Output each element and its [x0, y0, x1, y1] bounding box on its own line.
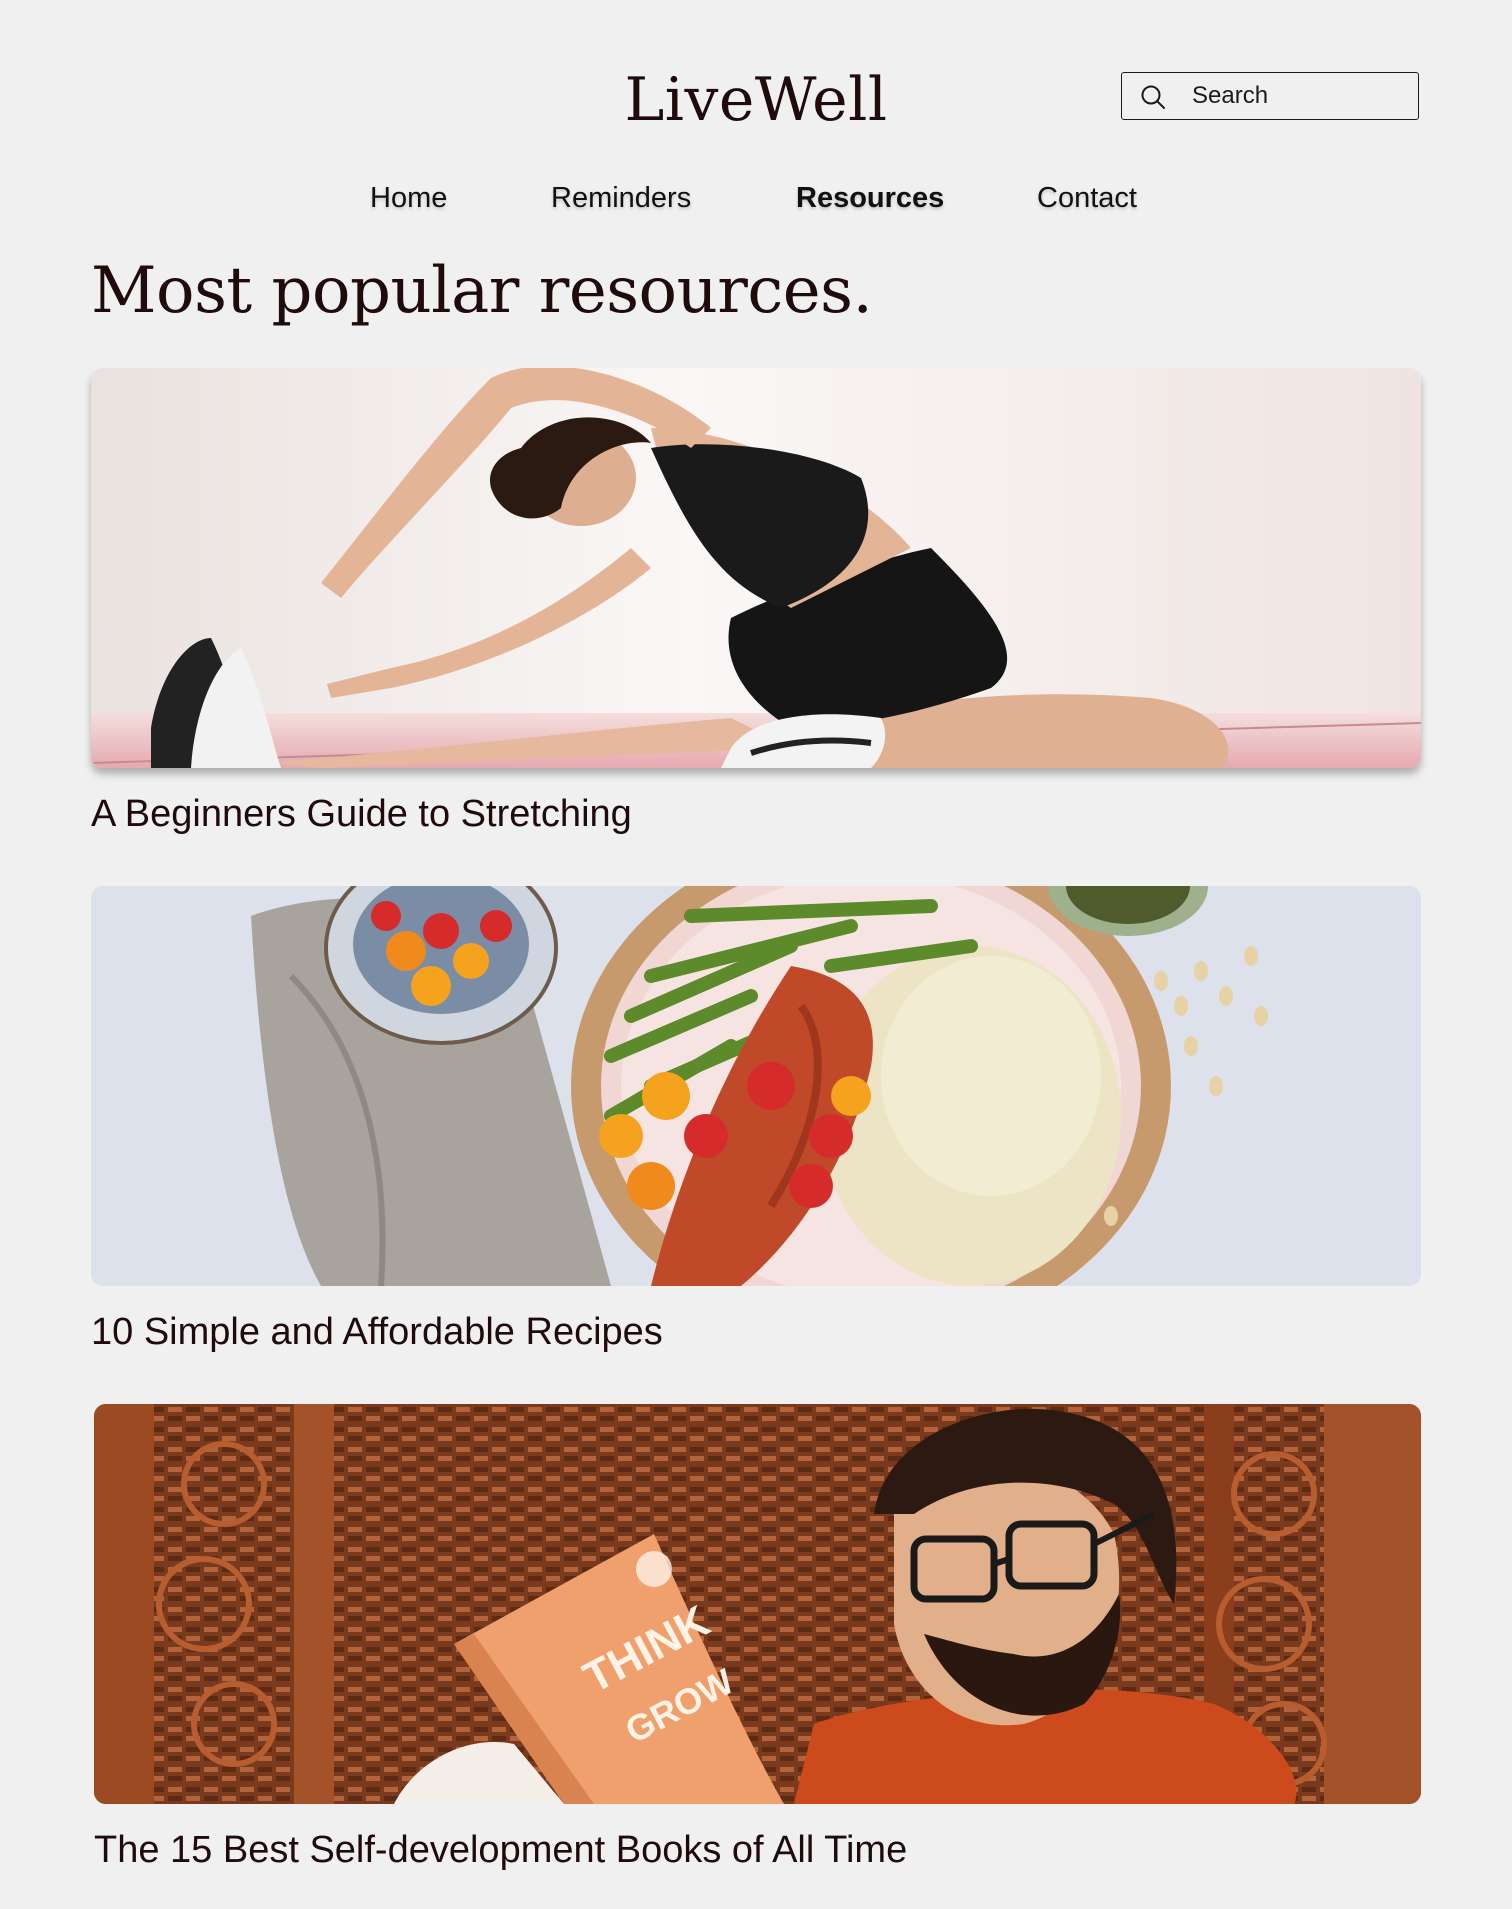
nav-item-home[interactable]: Home — [370, 178, 447, 218]
books-image: THINK GROW — [94, 1404, 1421, 1804]
salmon-rice-plate-photo[interactable] — [91, 886, 1421, 1286]
man-reading-book-photo[interactable]: THINK GROW — [94, 1404, 1421, 1804]
page-title: Most popular resources. — [91, 254, 873, 328]
nav-item-reminders[interactable]: Reminders — [551, 178, 691, 218]
woman-stretching-photo[interactable] — [91, 368, 1421, 768]
resource-card[interactable]: A Beginners Guide to Stretching — [91, 368, 1421, 838]
site-header: LiveWell — [0, 0, 1512, 140]
resource-card[interactable]: THINK GROW The 15 Best Self-development … — [94, 1404, 1421, 1874]
search-icon[interactable] — [1140, 84, 1166, 110]
nav-item-contact[interactable]: Contact — [1037, 178, 1137, 218]
resource-title[interactable]: A Beginners Guide to Stretching — [91, 790, 1421, 838]
main-nav: Home Reminders Resources Contact — [0, 178, 1512, 222]
resource-title[interactable]: 10 Simple and Affordable Recipes — [91, 1308, 1421, 1356]
resource-title[interactable]: The 15 Best Self-development Books of Al… — [94, 1826, 1421, 1874]
search-input[interactable] — [1192, 73, 1407, 118]
resource-card[interactable]: 10 Simple and Affordable Recipes — [91, 886, 1421, 1356]
recipes-image — [91, 886, 1421, 1286]
search-box[interactable] — [1121, 72, 1419, 120]
nav-item-resources[interactable]: Resources — [796, 178, 944, 218]
stretching-image — [91, 368, 1421, 768]
